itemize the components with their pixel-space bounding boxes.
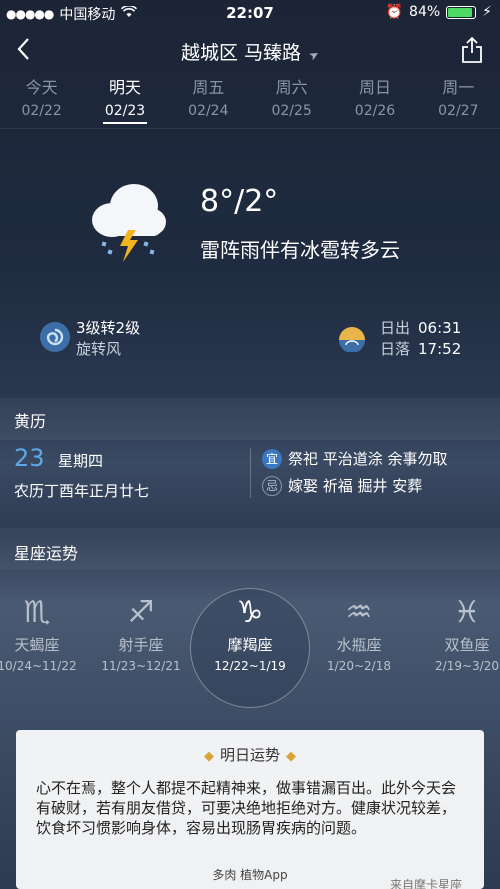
zodiac-carousel[interactable]: ♏ 天蝎座 10/24~11/22 ♐ 射手座 11/23~12/21 ♑ 摩羯… <box>0 596 500 686</box>
sunrise-row: 日出 06:31 <box>380 318 461 339</box>
tab-day-label: 周日 <box>358 78 391 97</box>
wind-icon <box>40 322 70 352</box>
fortune-card[interactable]: ◆ 明日运势 ◆ 心不在焉，整个人都提不起精神来，做事错漏百出。此外今天会有破财，若… <box>16 730 484 889</box>
sagittarius-icon: ♐ <box>127 595 155 630</box>
wind-level: 3级转2级 <box>76 319 141 337</box>
almanac-divider <box>250 448 251 498</box>
tab-tomorrow[interactable]: 明天 02/23 <box>83 78 166 126</box>
diamond-icon: ◆ <box>286 749 296 764</box>
wind-type: 旋转风 <box>76 340 122 358</box>
share-button[interactable] <box>460 36 484 64</box>
status-bar: ●●●●● 中国移动 22:07 ⏰ 84% ⚡ <box>0 0 500 26</box>
fortune-text: 心不在焉，整个人都提不起精神来，做事错漏百出。此外今天会有破财，若有朋友借贷，可… <box>36 779 457 837</box>
sunrise-time: 06:31 <box>418 319 462 337</box>
pisces-icon: ♓ <box>453 595 481 630</box>
zodiac-name: 天蝎座 <box>14 636 60 654</box>
nav-bar: 越城区 马臻路 ➤ <box>0 32 500 72</box>
tab-day-label: 今天 <box>25 78 58 97</box>
capricorn-icon: ♑ <box>236 595 264 630</box>
tab-day-label: 周五 <box>192 78 225 97</box>
day-tabs: 今天 02/22 明天 02/23 周五 02/24 周六 02/25 周日 02/26 … <box>0 78 500 126</box>
tab-friday[interactable]: 周五 02/24 <box>167 78 250 126</box>
almanac-title: 黄历 <box>14 412 47 431</box>
tabs-divider <box>0 128 500 129</box>
yi-badge: 宜 <box>262 448 282 469</box>
almanac-yi-row: 宜 祭祀 平治道涂 余事勿取 <box>262 448 448 469</box>
zodiac-name: 射手座 <box>118 636 164 654</box>
temperature-range: 8°/2° <box>200 184 279 219</box>
fortune-title: 明日运势 <box>219 746 280 764</box>
sunrise-label: 日出 <box>380 319 411 337</box>
almanac-weekday: 星期四 <box>58 452 104 470</box>
share-icon <box>462 36 482 63</box>
zodiac-name: 水瓶座 <box>336 636 382 654</box>
zodiac-pisces[interactable]: ♓ 双鱼座 2/19~3/20 <box>412 595 500 674</box>
charging-icon: ⚡ <box>482 4 492 20</box>
tab-day-label: 周一 <box>442 78 475 97</box>
location-title[interactable]: 越城区 马臻路 ➤ <box>0 38 500 65</box>
zodiac-scorpio[interactable]: ♏ 天蝎座 10/24~11/22 <box>0 595 92 674</box>
location-label: 越城区 马臻路 <box>180 42 301 64</box>
battery-percent: 84% <box>409 4 441 20</box>
fortune-title-row: ◆ 明日运势 ◆ <box>16 744 484 765</box>
location-arrow-icon: ➤ <box>306 46 322 64</box>
sunset-time: 17:52 <box>418 340 462 358</box>
zodiac-capricorn[interactable]: ♑ 摩羯座 12/22~1/19 <box>195 595 305 674</box>
zodiac-name: 双鱼座 <box>444 636 490 654</box>
tab-day-label: 周六 <box>275 78 308 97</box>
zodiac-range: 12/22~1/19 <box>214 659 286 673</box>
scorpio-icon: ♏ <box>23 595 51 630</box>
horoscope-title: 星座运势 <box>14 544 79 563</box>
zodiac-range: 11/23~12/21 <box>101 659 181 673</box>
diamond-icon: ◆ <box>203 749 214 764</box>
almanac-ji-text: 嫁娶 祈福 掘井 安葬 <box>288 477 423 495</box>
tab-day-label: 明天 <box>108 78 141 97</box>
tab-saturday[interactable]: 周六 02/25 <box>250 78 333 126</box>
tab-date-label: 02/23 <box>102 102 148 124</box>
battery-icon <box>446 5 477 19</box>
sun-times: 日出 06:31 日落 17:52 <box>380 318 461 360</box>
tab-date-label: 02/26 <box>354 103 396 119</box>
alarm-icon: ⏰ <box>385 4 404 20</box>
zodiac-range: 10/24~11/22 <box>0 659 77 673</box>
sunset-label: 日落 <box>380 340 411 358</box>
tab-monday[interactable]: 周一 02/27 <box>417 78 500 126</box>
tab-today[interactable]: 今天 02/22 <box>0 78 83 126</box>
tab-date-label: 02/27 <box>438 103 479 119</box>
sunrise-sunset-icon <box>336 322 368 353</box>
almanac-lunar-date: 农历丁酉年正月廿七 <box>14 482 150 500</box>
almanac-ji-row: 忌 嫁娶 祈福 掘井 安葬 <box>262 475 422 496</box>
zodiac-range: 2/19~3/20 <box>435 659 499 673</box>
zodiac-name: 摩羯座 <box>227 636 273 654</box>
almanac-header[interactable] <box>0 398 500 440</box>
fortune-source: 来自摩卡星座 <box>389 878 462 889</box>
tab-sunday[interactable]: 周日 02/26 <box>333 78 416 126</box>
almanac-day: 23 <box>14 444 45 472</box>
wind-info: 3级转2级 旋转风 <box>76 318 140 360</box>
tab-date-label: 02/25 <box>271 103 312 119</box>
status-right: ⏰ 84% ⚡ <box>386 4 492 20</box>
ji-badge: 忌 <box>262 475 282 496</box>
weather-condition: 雷阵雨伴有冰雹转多云 <box>200 238 400 262</box>
zodiac-range: 1/20~2/18 <box>327 659 391 673</box>
zodiac-sagittarius[interactable]: ♐ 射手座 11/23~12/21 <box>86 595 196 674</box>
zodiac-aquarius[interactable]: ♒ 水瓶座 1/20~2/18 <box>304 595 414 674</box>
thunderstorm-hail-icon <box>84 176 174 266</box>
tab-date-label: 02/24 <box>188 103 229 119</box>
tab-date-label: 02/22 <box>21 103 62 119</box>
aquarius-icon: ♒ <box>345 595 373 630</box>
sunset-row: 日落 17:52 <box>380 339 461 360</box>
almanac-yi-text: 祭祀 平治道涂 余事勿取 <box>288 450 448 468</box>
